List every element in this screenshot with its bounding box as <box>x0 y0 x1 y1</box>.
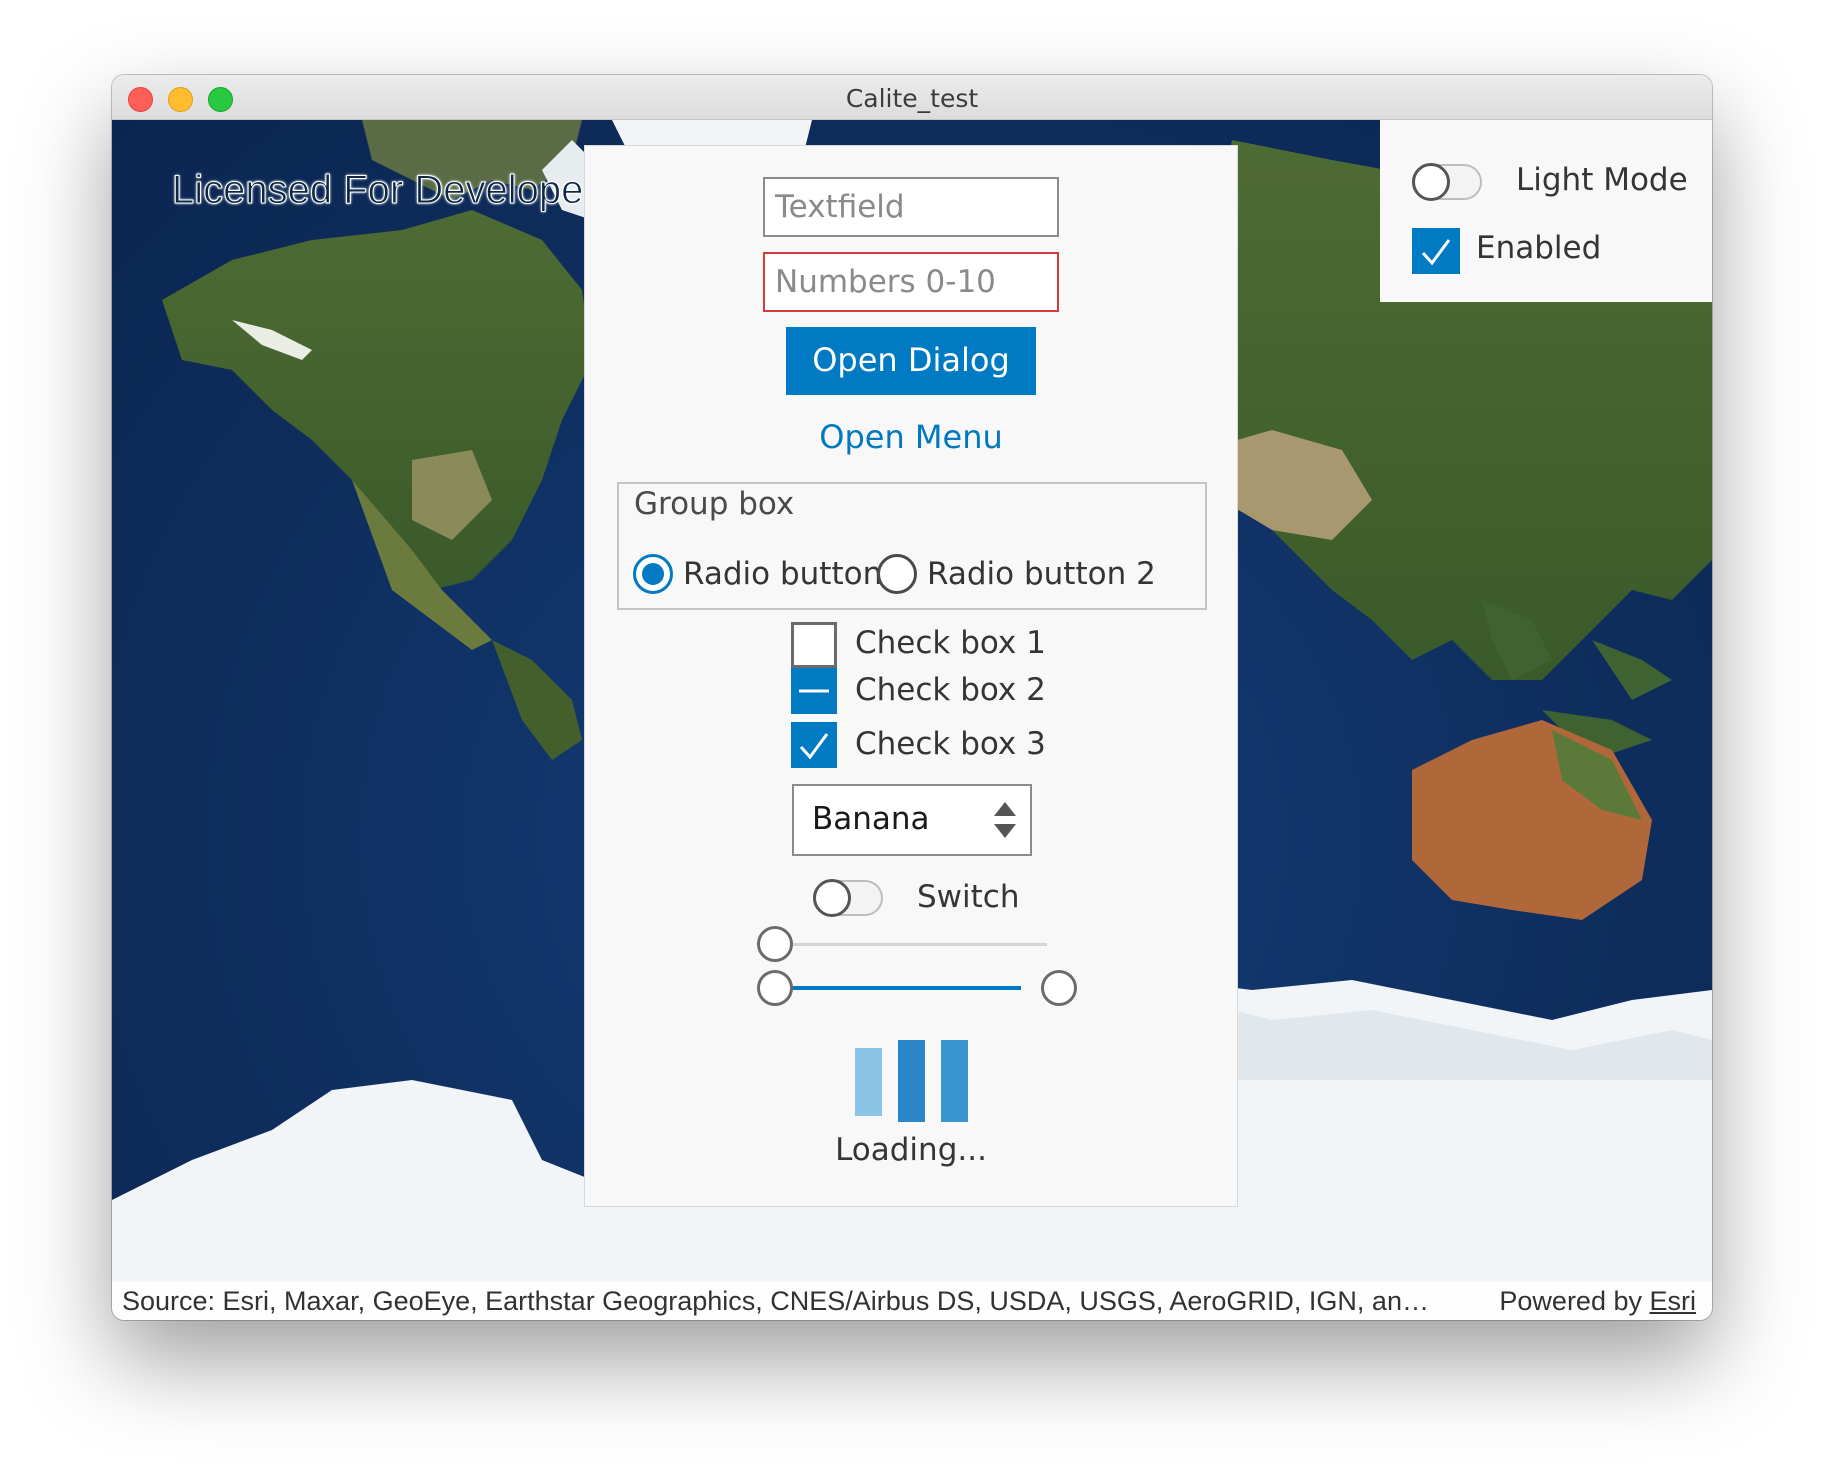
app-window: Calite_test Licensed For Develope Source… <box>112 75 1712 1320</box>
slider-thumb[interactable] <box>757 926 793 962</box>
attribution-bar: Source: Esri, Maxar, GeoEye, Earthstar G… <box>112 1282 1712 1320</box>
loader-bar-1 <box>855 1048 882 1116</box>
group-box-title: Group box <box>634 486 795 522</box>
esri-link[interactable]: Esri <box>1650 1286 1697 1316</box>
switch-toggle[interactable] <box>813 879 883 917</box>
indeterminate-icon <box>799 689 829 693</box>
check-box-3-label[interactable]: Check box 3 <box>855 726 1046 762</box>
checkmark-icon <box>799 733 829 760</box>
check-box-2[interactable] <box>791 668 837 714</box>
powered-by-prefix: Powered by <box>1499 1286 1650 1316</box>
loader-bar-3 <box>941 1040 968 1122</box>
theme-panel: Light Mode Enabled <box>1380 120 1712 302</box>
attribution-source[interactable]: Source: Esri, Maxar, GeoEye, Earthstar G… <box>122 1286 1429 1317</box>
radio-button-2[interactable] <box>877 554 917 594</box>
radio-button-2-label[interactable]: Radio button 2 <box>927 556 1156 592</box>
enabled-checkbox[interactable] <box>1412 228 1460 274</box>
switch-knob <box>813 879 851 917</box>
open-dialog-button[interactable]: Open Dialog <box>786 327 1036 395</box>
title-bar: Calite_test <box>112 75 1712 120</box>
switch-label: Switch <box>917 879 1020 915</box>
check-box-1[interactable] <box>791 622 837 668</box>
controls-panel: Textfield Numbers 0-10 Open Dialog Open … <box>584 145 1238 1207</box>
light-mode-knob <box>1412 163 1450 201</box>
loader-bar-2 <box>898 1040 925 1122</box>
loading-label: Loading... <box>835 1132 987 1168</box>
powered-by: Powered by Esri <box>1499 1286 1696 1317</box>
group-box: Group box Radio button 1 Radio button 2 <box>617 482 1207 610</box>
light-mode-label: Light Mode <box>1516 162 1688 198</box>
select-value: Banana <box>812 801 930 837</box>
light-mode-switch[interactable] <box>1412 163 1482 201</box>
select-arrows-icon <box>994 802 1016 838</box>
range-slider-low-thumb[interactable] <box>757 970 793 1006</box>
check-box-1-label[interactable]: Check box 1 <box>855 625 1046 661</box>
licensed-watermark: Licensed For Develope <box>171 168 584 213</box>
window-title: Calite_test <box>845 84 979 113</box>
range-slider-track[interactable] <box>775 986 1021 990</box>
open-menu-link[interactable]: Open Menu <box>585 418 1237 456</box>
range-slider-high-thumb[interactable] <box>1041 970 1077 1006</box>
checkmark-icon <box>1421 239 1451 266</box>
radio-button-1[interactable] <box>633 554 673 594</box>
textfield[interactable]: Textfield <box>763 177 1059 237</box>
slider-track[interactable] <box>775 943 1047 946</box>
numbers-field[interactable]: Numbers 0-10 <box>763 252 1059 312</box>
fruit-select[interactable]: Banana <box>792 784 1032 856</box>
check-box-3[interactable] <box>791 722 837 768</box>
enabled-label[interactable]: Enabled <box>1476 230 1601 266</box>
check-box-2-label[interactable]: Check box 2 <box>855 672 1046 708</box>
